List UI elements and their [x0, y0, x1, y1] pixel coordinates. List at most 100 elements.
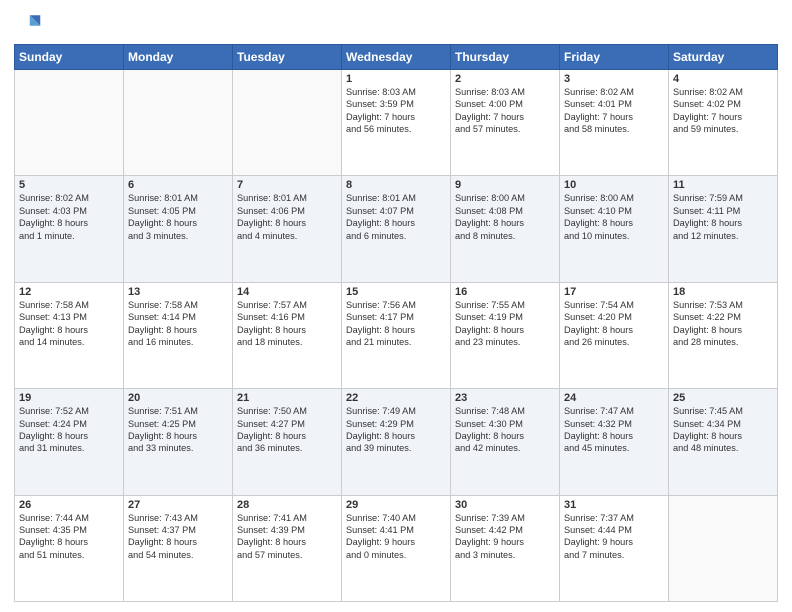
day-number: 15	[346, 286, 446, 298]
day-number: 29	[346, 499, 446, 511]
day-info: Sunrise: 8:03 AM Sunset: 3:59 PM Dayligh…	[346, 86, 446, 136]
weekday-header-cell: Friday	[560, 45, 669, 70]
page: SundayMondayTuesdayWednesdayThursdayFrid…	[0, 0, 792, 612]
day-number: 20	[128, 392, 228, 404]
calendar-cell: 3Sunrise: 8:02 AM Sunset: 4:01 PM Daylig…	[560, 70, 669, 176]
calendar-cell: 9Sunrise: 8:00 AM Sunset: 4:08 PM Daylig…	[451, 176, 560, 282]
calendar-cell: 21Sunrise: 7:50 AM Sunset: 4:27 PM Dayli…	[233, 389, 342, 495]
day-info: Sunrise: 7:53 AM Sunset: 4:22 PM Dayligh…	[673, 299, 773, 349]
calendar-cell: 16Sunrise: 7:55 AM Sunset: 4:19 PM Dayli…	[451, 282, 560, 388]
calendar-cell: 4Sunrise: 8:02 AM Sunset: 4:02 PM Daylig…	[669, 70, 778, 176]
calendar-cell: 20Sunrise: 7:51 AM Sunset: 4:25 PM Dayli…	[124, 389, 233, 495]
day-number: 7	[237, 179, 337, 191]
weekday-header-cell: Monday	[124, 45, 233, 70]
calendar-cell: 5Sunrise: 8:02 AM Sunset: 4:03 PM Daylig…	[15, 176, 124, 282]
calendar-cell: 19Sunrise: 7:52 AM Sunset: 4:24 PM Dayli…	[15, 389, 124, 495]
day-number: 4	[673, 73, 773, 85]
day-info: Sunrise: 7:58 AM Sunset: 4:13 PM Dayligh…	[19, 299, 119, 349]
calendar-cell: 26Sunrise: 7:44 AM Sunset: 4:35 PM Dayli…	[15, 495, 124, 601]
day-info: Sunrise: 8:03 AM Sunset: 4:00 PM Dayligh…	[455, 86, 555, 136]
day-number: 21	[237, 392, 337, 404]
calendar-table: SundayMondayTuesdayWednesdayThursdayFrid…	[14, 44, 778, 602]
day-info: Sunrise: 7:51 AM Sunset: 4:25 PM Dayligh…	[128, 405, 228, 455]
calendar-cell: 6Sunrise: 8:01 AM Sunset: 4:05 PM Daylig…	[124, 176, 233, 282]
calendar-cell: 13Sunrise: 7:58 AM Sunset: 4:14 PM Dayli…	[124, 282, 233, 388]
day-number: 3	[564, 73, 664, 85]
day-info: Sunrise: 7:40 AM Sunset: 4:41 PM Dayligh…	[346, 512, 446, 562]
calendar-week-row: 1Sunrise: 8:03 AM Sunset: 3:59 PM Daylig…	[15, 70, 778, 176]
weekday-header-cell: Wednesday	[342, 45, 451, 70]
calendar-cell: 17Sunrise: 7:54 AM Sunset: 4:20 PM Dayli…	[560, 282, 669, 388]
weekday-header-row: SundayMondayTuesdayWednesdayThursdayFrid…	[15, 45, 778, 70]
day-number: 18	[673, 286, 773, 298]
day-number: 28	[237, 499, 337, 511]
day-info: Sunrise: 7:49 AM Sunset: 4:29 PM Dayligh…	[346, 405, 446, 455]
calendar-cell: 22Sunrise: 7:49 AM Sunset: 4:29 PM Dayli…	[342, 389, 451, 495]
day-number: 27	[128, 499, 228, 511]
day-info: Sunrise: 7:52 AM Sunset: 4:24 PM Dayligh…	[19, 405, 119, 455]
calendar-week-row: 26Sunrise: 7:44 AM Sunset: 4:35 PM Dayli…	[15, 495, 778, 601]
weekday-header-cell: Saturday	[669, 45, 778, 70]
day-number: 10	[564, 179, 664, 191]
calendar-cell: 7Sunrise: 8:01 AM Sunset: 4:06 PM Daylig…	[233, 176, 342, 282]
day-info: Sunrise: 7:57 AM Sunset: 4:16 PM Dayligh…	[237, 299, 337, 349]
day-info: Sunrise: 8:02 AM Sunset: 4:03 PM Dayligh…	[19, 192, 119, 242]
calendar-cell	[15, 70, 124, 176]
day-info: Sunrise: 7:48 AM Sunset: 4:30 PM Dayligh…	[455, 405, 555, 455]
calendar-cell: 28Sunrise: 7:41 AM Sunset: 4:39 PM Dayli…	[233, 495, 342, 601]
calendar-cell: 25Sunrise: 7:45 AM Sunset: 4:34 PM Dayli…	[669, 389, 778, 495]
header	[14, 10, 778, 38]
day-info: Sunrise: 7:55 AM Sunset: 4:19 PM Dayligh…	[455, 299, 555, 349]
day-number: 16	[455, 286, 555, 298]
day-info: Sunrise: 8:01 AM Sunset: 4:07 PM Dayligh…	[346, 192, 446, 242]
day-number: 5	[19, 179, 119, 191]
weekday-header-cell: Sunday	[15, 45, 124, 70]
day-info: Sunrise: 7:44 AM Sunset: 4:35 PM Dayligh…	[19, 512, 119, 562]
calendar-cell: 24Sunrise: 7:47 AM Sunset: 4:32 PM Dayli…	[560, 389, 669, 495]
day-info: Sunrise: 8:00 AM Sunset: 4:10 PM Dayligh…	[564, 192, 664, 242]
day-number: 14	[237, 286, 337, 298]
calendar-cell: 15Sunrise: 7:56 AM Sunset: 4:17 PM Dayli…	[342, 282, 451, 388]
day-info: Sunrise: 7:43 AM Sunset: 4:37 PM Dayligh…	[128, 512, 228, 562]
calendar-cell: 27Sunrise: 7:43 AM Sunset: 4:37 PM Dayli…	[124, 495, 233, 601]
day-info: Sunrise: 8:01 AM Sunset: 4:06 PM Dayligh…	[237, 192, 337, 242]
day-info: Sunrise: 7:58 AM Sunset: 4:14 PM Dayligh…	[128, 299, 228, 349]
calendar-cell	[124, 70, 233, 176]
day-number: 23	[455, 392, 555, 404]
calendar-cell: 1Sunrise: 8:03 AM Sunset: 3:59 PM Daylig…	[342, 70, 451, 176]
day-info: Sunrise: 7:41 AM Sunset: 4:39 PM Dayligh…	[237, 512, 337, 562]
day-info: Sunrise: 8:01 AM Sunset: 4:05 PM Dayligh…	[128, 192, 228, 242]
day-info: Sunrise: 8:02 AM Sunset: 4:01 PM Dayligh…	[564, 86, 664, 136]
calendar-cell: 8Sunrise: 8:01 AM Sunset: 4:07 PM Daylig…	[342, 176, 451, 282]
calendar-cell: 29Sunrise: 7:40 AM Sunset: 4:41 PM Dayli…	[342, 495, 451, 601]
calendar-cell: 12Sunrise: 7:58 AM Sunset: 4:13 PM Dayli…	[15, 282, 124, 388]
day-number: 8	[346, 179, 446, 191]
day-info: Sunrise: 7:54 AM Sunset: 4:20 PM Dayligh…	[564, 299, 664, 349]
calendar-cell: 31Sunrise: 7:37 AM Sunset: 4:44 PM Dayli…	[560, 495, 669, 601]
day-info: Sunrise: 7:47 AM Sunset: 4:32 PM Dayligh…	[564, 405, 664, 455]
calendar-week-row: 12Sunrise: 7:58 AM Sunset: 4:13 PM Dayli…	[15, 282, 778, 388]
calendar-cell: 10Sunrise: 8:00 AM Sunset: 4:10 PM Dayli…	[560, 176, 669, 282]
weekday-header-cell: Tuesday	[233, 45, 342, 70]
calendar-cell: 23Sunrise: 7:48 AM Sunset: 4:30 PM Dayli…	[451, 389, 560, 495]
calendar-cell: 18Sunrise: 7:53 AM Sunset: 4:22 PM Dayli…	[669, 282, 778, 388]
day-number: 25	[673, 392, 773, 404]
logo	[14, 10, 46, 38]
day-number: 24	[564, 392, 664, 404]
weekday-header-cell: Thursday	[451, 45, 560, 70]
calendar-cell	[669, 495, 778, 601]
day-info: Sunrise: 8:00 AM Sunset: 4:08 PM Dayligh…	[455, 192, 555, 242]
day-number: 6	[128, 179, 228, 191]
day-info: Sunrise: 7:37 AM Sunset: 4:44 PM Dayligh…	[564, 512, 664, 562]
day-number: 17	[564, 286, 664, 298]
day-number: 31	[564, 499, 664, 511]
day-info: Sunrise: 7:59 AM Sunset: 4:11 PM Dayligh…	[673, 192, 773, 242]
day-number: 2	[455, 73, 555, 85]
day-number: 12	[19, 286, 119, 298]
day-number: 11	[673, 179, 773, 191]
day-info: Sunrise: 8:02 AM Sunset: 4:02 PM Dayligh…	[673, 86, 773, 136]
logo-icon	[14, 10, 42, 38]
day-number: 1	[346, 73, 446, 85]
day-info: Sunrise: 7:50 AM Sunset: 4:27 PM Dayligh…	[237, 405, 337, 455]
day-info: Sunrise: 7:45 AM Sunset: 4:34 PM Dayligh…	[673, 405, 773, 455]
